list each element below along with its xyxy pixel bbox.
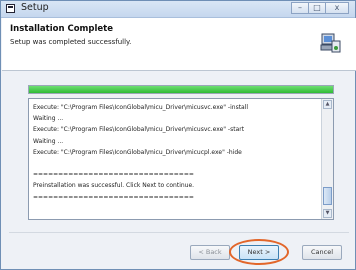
install-log[interactable]: Execute: "C:\Program Files\IconGlobal\mi… (28, 98, 334, 220)
window-title: Setup (21, 2, 49, 13)
installer-computer-icon (320, 33, 341, 53)
log-lines: Execute: "C:\Program Files\IconGlobal\mi… (33, 102, 319, 203)
log-line: Preinstallation was successful. Click Ne… (33, 182, 195, 190)
log-line: Waiting ... (33, 115, 64, 123)
wizard-header: Installation Complete Setup was complete… (2, 18, 356, 71)
title-bar: Setup – □ x (1, 1, 355, 18)
setup-app-icon (6, 4, 15, 13)
back-button[interactable]: < Back (190, 245, 230, 260)
log-line: ================================ (33, 193, 194, 201)
log-line: Execute: "C:\Program Files\IconGlobal\mi… (33, 104, 249, 111)
setup-window: Setup – □ x Installation Complete Setup … (0, 0, 356, 270)
page-subtitle: Setup was completed successfully. (10, 38, 132, 46)
minimize-button[interactable]: – (291, 2, 309, 14)
log-line: Waiting ... (33, 137, 64, 145)
log-line: ================================ (33, 171, 194, 179)
progress-fill (29, 86, 333, 93)
button-separator (9, 232, 349, 233)
page-title: Installation Complete (10, 24, 113, 34)
log-line: Execute: "C:\Program Files\IconGlobal\mi… (33, 126, 245, 134)
next-button-highlight-circle (229, 239, 289, 265)
log-line: Execute: "C:\Program Files\IconGlobal\mi… (33, 148, 242, 156)
window-controls: – □ x (291, 2, 349, 14)
cancel-button[interactable]: Cancel (302, 245, 342, 260)
scroll-up-arrow-icon[interactable]: ▲ (323, 100, 332, 109)
scroll-thumb[interactable] (323, 187, 332, 205)
log-scrollbar[interactable]: ▲ ▼ (321, 99, 333, 219)
install-progress-bar (28, 85, 334, 94)
maximize-button[interactable]: □ (308, 2, 326, 14)
close-button[interactable]: x (325, 2, 349, 14)
scroll-down-arrow-icon[interactable]: ▼ (323, 209, 332, 218)
